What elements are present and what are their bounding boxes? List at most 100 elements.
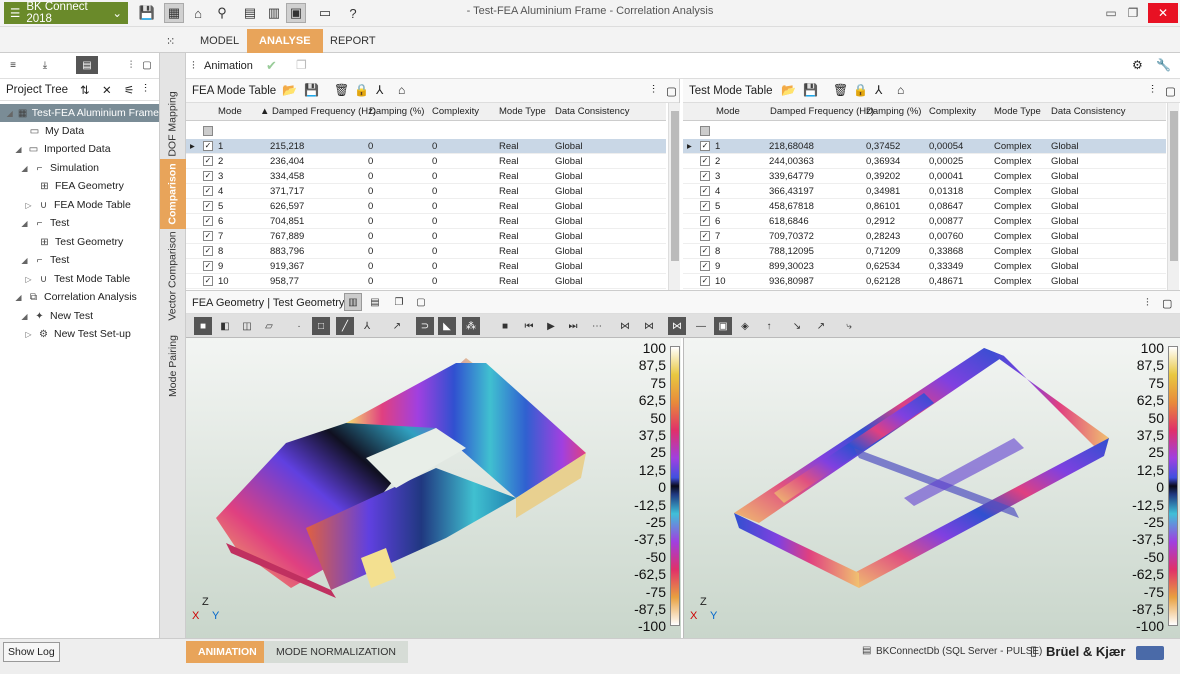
axes-icon[interactable]: ⅄	[358, 317, 376, 335]
settings-icon[interactable]: ⚙	[1132, 58, 1143, 72]
play-icon[interactable]: ▶	[542, 317, 560, 335]
table-row[interactable]: ✓ 3 339,64779 0,39202 0,00041 Complex Global	[683, 169, 1166, 184]
row-checkbox[interactable]: ✓	[203, 141, 213, 151]
collapse-all-icon[interactable]: ✕	[102, 83, 112, 97]
save-icon[interactable]: 💾	[137, 3, 157, 23]
point-icon[interactable]: ·	[290, 317, 308, 335]
overlay-icon[interactable]: ❐	[390, 293, 408, 311]
step-icon[interactable]: ↘	[788, 317, 806, 335]
row-checkbox[interactable]: ✓	[700, 276, 710, 286]
connect-icon[interactable]: ⤷	[840, 317, 858, 335]
solid-view-icon[interactable]: ■	[194, 317, 212, 335]
table-row[interactable]: ✓ 2 244,00363 0,36934 0,00025 Complex Global	[683, 154, 1166, 169]
row-checkbox[interactable]: ✓	[203, 231, 213, 241]
mesh-icon[interactable]: ⋈	[616, 317, 634, 335]
tag-icon[interactable]: ⌂	[188, 3, 208, 23]
table-icon[interactable]: ▤	[240, 3, 260, 23]
row-checkbox[interactable]: ✓	[700, 231, 710, 241]
skip-forward-icon[interactable]: ⏭	[564, 317, 582, 335]
expand-all-icon[interactable]: ⇅	[80, 83, 90, 97]
structure-icon[interactable]: ⌂	[398, 83, 405, 97]
row-checkbox[interactable]: ✓	[203, 171, 213, 181]
mesh2-icon[interactable]: ⋈	[640, 317, 658, 335]
table-row[interactable]: ✓ 6 618,6846 0,2912 0,00877 Complex Global	[683, 214, 1166, 229]
open-folder-icon[interactable]: 📂	[781, 83, 796, 97]
arrow-up-icon[interactable]: ↑	[760, 317, 778, 335]
maximize-icon[interactable]: ▢	[1162, 297, 1172, 310]
table-row[interactable]: ✓ 10 958,77 0 0 Real Global	[186, 274, 666, 289]
surface-icon[interactable]: □	[312, 317, 330, 335]
lock-icon[interactable]: 🔒	[354, 83, 369, 97]
table-row[interactable]: ✓ 9 919,367 0 0 Real Global	[186, 259, 666, 274]
fea-geometry-view[interactable]: 100 87,5 75 62,5 50 37,5 25 12,5 0 -12,5 -25 -37,5-…	[186, 338, 681, 638]
wire-cube-icon[interactable]: ◫	[238, 317, 256, 335]
row-checkbox[interactable]: ✓	[203, 186, 213, 196]
test-geometry-view[interactable]: 100 87,5 75 62,5 50 37,5 25 12,5 0 -12,5 -25 -37,5-…	[683, 338, 1180, 638]
skip-back-icon[interactable]: ⏮	[520, 317, 538, 335]
wrench-icon[interactable]: 🔧	[1156, 58, 1171, 72]
save-icon[interactable]: 💾	[803, 83, 818, 97]
pin-icon[interactable]: ⫶	[1151, 84, 1154, 97]
import-icon[interactable]: ⤓	[36, 56, 54, 74]
row-checkbox[interactable]: ✓	[700, 261, 710, 271]
select-all-checkbox[interactable]	[700, 126, 710, 136]
row-checkbox[interactable]: ✓	[700, 186, 710, 196]
fea-scrollbar[interactable]	[668, 103, 680, 290]
split-horizontal-icon[interactable]: ▤	[366, 293, 384, 311]
table-row[interactable]: ✓ 7 767,889 0 0 Real Global	[186, 229, 666, 244]
tree-view-icon[interactable]: ▦	[164, 3, 184, 23]
stop-icon[interactable]: ■	[496, 317, 514, 335]
row-checkbox[interactable]: ✓	[203, 156, 213, 166]
open-folder-icon[interactable]: 📂	[282, 83, 297, 97]
overlay-mesh-icon[interactable]: ⋈	[668, 317, 686, 335]
row-checkbox[interactable]: ✓	[700, 216, 710, 226]
show-log-button[interactable]: Show Log	[3, 642, 60, 662]
save-icon[interactable]: 💾	[304, 83, 319, 97]
tree-item-new-test[interactable]: ◢ ✦ New Test	[20, 307, 93, 325]
outline-cube-icon[interactable]: ▱	[260, 317, 278, 335]
cube-icon[interactable]: ◧	[216, 317, 234, 335]
delete-icon[interactable]: 🗑	[334, 83, 349, 97]
frame-icon[interactable]: ▣	[714, 317, 732, 335]
pin-icon[interactable]: ⫶	[1146, 297, 1149, 310]
table-row[interactable]: ✓ 8 788,12095 0,71209 0,33868 Complex Global	[683, 244, 1166, 259]
menu-icon[interactable]: ≡	[4, 56, 22, 74]
tree-item-fea-geometry[interactable]: ⊞ FEA Geometry	[38, 177, 124, 195]
table-row[interactable]: ✓ 4 366,43197 0,34981 0,01318 Complex Global	[683, 184, 1166, 199]
tree-item-my-data[interactable]: ▭ My Data	[28, 122, 84, 140]
table-row[interactable]: ✓ 9 899,30023 0,62534 0,33349 Complex Global	[683, 259, 1166, 274]
table-row[interactable]: ✓ 5 458,67818 0,86101 0,08647 Complex Global	[683, 199, 1166, 214]
tab-mode-normalization[interactable]: MODE NORMALIZATION	[264, 641, 408, 663]
row-checkbox[interactable]: ✓	[700, 156, 710, 166]
row-checkbox[interactable]: ✓	[203, 276, 213, 286]
rate-icon[interactable]: ⋯	[588, 317, 606, 335]
structure-icon[interactable]: ⌂	[897, 83, 904, 97]
check-icon[interactable]: ✔	[266, 58, 277, 74]
table-row[interactable]: ✓ 6 704,851 0 0 Real Global	[186, 214, 666, 229]
table-row[interactable]: ✓ 3 334,458 0 0 Real Global	[186, 169, 666, 184]
app-menu-button[interactable]: ☰ BK Connect 2018 ⌄	[4, 1, 128, 25]
tree-item-simulation[interactable]: ◢ ⌐ Simulation	[20, 159, 99, 177]
lock-icon[interactable]: 🔒	[853, 83, 868, 97]
table-row[interactable]: ✓ 5 626,597 0 0 Real Global	[186, 199, 666, 214]
row-checkbox[interactable]: ✓	[700, 201, 710, 211]
pin-icon[interactable]: ⫶	[192, 60, 195, 73]
tree-item-fea-mode-table[interactable]: ▷ ∪ FEA Mode Table	[24, 196, 130, 214]
tab-report[interactable]: REPORT	[318, 29, 388, 53]
table-row[interactable]: ✓ 7 709,70372 0,28243 0,00760 Complex Global	[683, 229, 1166, 244]
table-row[interactable]: ✓ 2 236,404 0 0 Real Global	[186, 154, 666, 169]
node-icon[interactable]: ⅄	[376, 83, 383, 97]
vtab-dof-mapping[interactable]: DOF Mapping	[160, 79, 186, 169]
vtab-mode-pairing[interactable]: Mode Pairing	[160, 331, 186, 401]
tree-item-correlation[interactable]: ◢ ⧉ Correlation Analysis	[14, 288, 136, 306]
row-checkbox[interactable]: ✓	[203, 201, 213, 211]
vtab-vector-comparison[interactable]: Vector Comparison	[160, 231, 186, 321]
tab-animation[interactable]: ANIMATION	[186, 641, 269, 663]
table-row[interactable]: ▸ ✓ 1 215,218 0 0 Real Global	[186, 139, 666, 154]
close-icon[interactable]: ✕	[1148, 3, 1178, 23]
table-row[interactable]: ✓ 8 883,796 0 0 Real Global	[186, 244, 666, 259]
grid-icon[interactable]: ⁙	[166, 35, 175, 48]
tree-item-test-geometry[interactable]: ⊞ Test Geometry	[38, 233, 123, 251]
tree-item-test[interactable]: ◢ ⌐ Test	[20, 214, 69, 232]
table-row[interactable]: ▸ ✓ 1 218,68048 0,37452 0,00054 Complex Global	[683, 139, 1166, 154]
